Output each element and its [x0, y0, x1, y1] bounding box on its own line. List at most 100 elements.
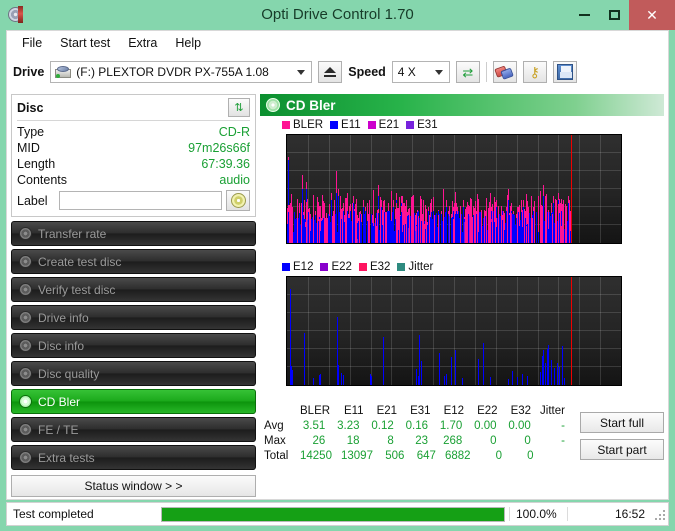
- sidebar-item-extra-tests[interactable]: Extra tests: [11, 445, 256, 470]
- sidebar-item-fe-te[interactable]: FE / TE: [11, 417, 256, 442]
- save-button[interactable]: [552, 61, 577, 83]
- chart-bar: [365, 221, 366, 243]
- sidebar-item-create-test-disc[interactable]: Create test disc: [11, 249, 256, 274]
- chart-bar: [382, 225, 383, 243]
- speed-axis-tick: [621, 155, 622, 156]
- chart-bar: [408, 227, 409, 243]
- drive-select[interactable]: (F:) PLEXTOR DVDR PX-755A 1.08: [50, 61, 313, 83]
- erase-button[interactable]: [492, 61, 517, 83]
- stats-col-bler: BLER: [300, 404, 331, 417]
- stats-cell: 506: [385, 449, 405, 462]
- chart-bar: [503, 213, 504, 243]
- progress-bar: [161, 506, 505, 522]
- sidebar-item-disc-info[interactable]: Disc info: [11, 333, 256, 358]
- stats-cell: 0.00: [474, 419, 497, 432]
- status-window-button[interactable]: Status window > >: [11, 475, 256, 497]
- chart-bar: [347, 210, 348, 243]
- stats-cell: 0.00: [508, 419, 531, 432]
- chart-bar: [298, 217, 299, 243]
- legend-item-e12: E12: [282, 261, 313, 273]
- chart-bar: [461, 225, 462, 243]
- chart-bar: [497, 217, 498, 243]
- right-panel: CD Bler BLER E11 E21 E31 E12 E22 E32 Jit…: [260, 94, 664, 497]
- speed-axis-tick: [621, 176, 622, 177]
- legend-item-e31: E31: [406, 119, 438, 131]
- disc-type-value: CD-R: [218, 125, 250, 139]
- resize-grip-icon[interactable]: [653, 508, 665, 520]
- sidebar-item-disc-quality[interactable]: Disc quality: [11, 361, 256, 386]
- chart-bar: [551, 229, 552, 243]
- chart-bler-plot[interactable]: 510152025308 X16 X24 X32 X40 X48 X010203…: [286, 134, 622, 244]
- chart-bar: [373, 225, 374, 243]
- speed-select[interactable]: 4 X: [391, 61, 450, 83]
- x-axis-tick: [454, 243, 455, 244]
- maximize-button[interactable]: [599, 0, 629, 30]
- chart-bar: [548, 228, 549, 243]
- chart-bar: [455, 213, 456, 243]
- menu-item-file[interactable]: File: [13, 33, 51, 53]
- menu-item-help[interactable]: Help: [166, 33, 210, 53]
- table-row: Max 26 18 8 23 268 0 0 -: [260, 433, 574, 448]
- left-panel: Disc ⇅ Type CD-R MID 97m26s66f Length 67…: [11, 94, 256, 497]
- minimize-button[interactable]: [569, 0, 599, 30]
- stats-cell: 1.70: [439, 419, 463, 432]
- legend-item-jitter: Jitter: [397, 261, 433, 273]
- tools-button[interactable]: ⚷: [522, 61, 547, 83]
- legend-swatch-jitter: [397, 263, 406, 271]
- stats-row-label: Total: [264, 449, 289, 462]
- chart-bar: [460, 205, 461, 243]
- refresh-button[interactable]: ⇄: [455, 61, 480, 83]
- sidebar-item-drive-info[interactable]: Drive info: [11, 305, 256, 330]
- chart-bar: [477, 207, 478, 243]
- eraser-icon: [494, 63, 515, 81]
- chart-bar: [339, 211, 340, 243]
- stats-col-e11: E11: [343, 404, 364, 417]
- close-button[interactable]: ✕: [629, 0, 675, 30]
- sidebar-item-label: Verify test disc: [38, 282, 116, 297]
- x-axis-tick: [454, 385, 455, 386]
- disc-refresh-button[interactable]: ⇅: [228, 98, 250, 117]
- legend-item-e11: E11: [330, 119, 361, 131]
- charts-area: BLER E11 E21 E31 E12 E22 E32 Jitter BLER…: [260, 116, 664, 497]
- chart-bar: [545, 363, 546, 385]
- chart-bar: [449, 216, 450, 243]
- menu-item-start-test[interactable]: Start test: [51, 33, 119, 53]
- main-body: Disc ⇅ Type CD-R MID 97m26s66f Length 67…: [6, 90, 669, 500]
- chart-bar: [421, 220, 422, 243]
- disc-label-input[interactable]: [59, 191, 222, 210]
- legend-label: Jitter: [408, 261, 434, 273]
- chart-bar: [346, 197, 347, 243]
- chart-bar: [301, 202, 302, 243]
- speed-axis-tick: [621, 205, 622, 206]
- speed-axis-tick: [621, 221, 622, 222]
- chart-bar: [416, 369, 417, 385]
- sidebar-item-cd-bler[interactable]: CD Bler: [11, 389, 256, 414]
- chart-e12-plot[interactable]: 5010015020025030001020304050607080 min: [286, 276, 622, 386]
- legend-label: E21: [378, 119, 400, 131]
- disc-label-cd-button[interactable]: [226, 190, 250, 211]
- chart-bar: [384, 212, 385, 243]
- x-axis-tick: [538, 243, 539, 244]
- chart-bar: [320, 374, 321, 385]
- sidebar-item-transfer-rate[interactable]: Transfer rate: [11, 221, 256, 246]
- start-part-button[interactable]: Start part: [580, 439, 664, 460]
- chart-bar: [429, 220, 430, 243]
- x-axis-tick: [287, 243, 288, 244]
- chart-bar: [473, 214, 474, 243]
- chart-bar: [314, 219, 315, 243]
- menu-item-extra[interactable]: Extra: [119, 33, 166, 53]
- x-axis-tick: [371, 243, 372, 244]
- chart-bar: [540, 372, 541, 385]
- start-full-button[interactable]: Start full: [580, 412, 664, 433]
- chart-bar: [354, 227, 355, 243]
- x-axis-tick: [371, 385, 372, 386]
- eject-button[interactable]: [318, 61, 343, 83]
- speed-axis-tick: [621, 184, 622, 185]
- x-axis-tick: [579, 243, 580, 244]
- chart-bar: [398, 230, 399, 243]
- legend-item-e22: E22: [320, 261, 352, 273]
- chart-bar: [350, 211, 351, 243]
- speed-axis-tick: [621, 159, 622, 160]
- chart-bar: [483, 342, 484, 385]
- sidebar-item-verify-test-disc[interactable]: Verify test disc: [11, 277, 256, 302]
